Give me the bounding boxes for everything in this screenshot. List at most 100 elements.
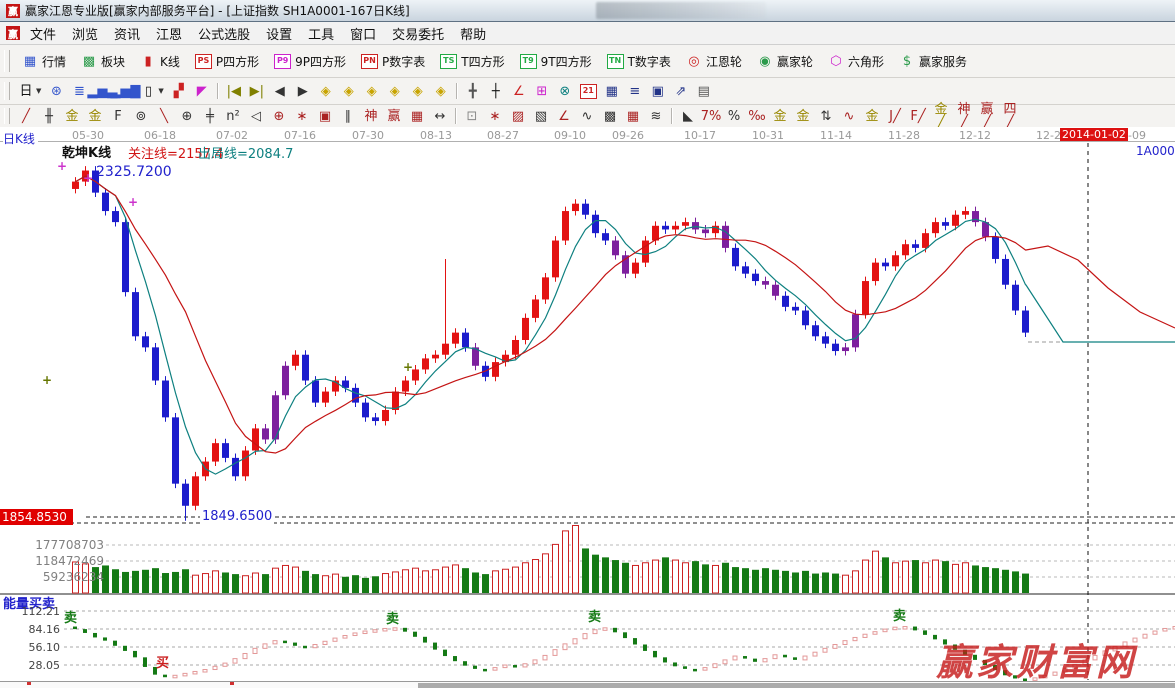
ruler-grid-button[interactable]: ╪ (199, 107, 221, 125)
toolbar-grip[interactable] (4, 108, 10, 123)
width-measure-button[interactable]: ↔ (429, 107, 451, 125)
box-grid-button[interactable]: ▣ (314, 107, 336, 125)
spiral-button[interactable]: ⊚ (130, 107, 152, 125)
9p-square-button[interactable]: P99P四方形 (267, 50, 353, 73)
gann-arrow-all-button[interactable]: ◈ (430, 81, 452, 101)
kline-button[interactable]: ▮K线 (133, 50, 187, 73)
gann-arrow-both-button[interactable]: ◈ (361, 81, 383, 101)
menu-item-7[interactable]: 窗口 (342, 22, 384, 45)
rank-flag-button[interactable]: ◤ (191, 81, 213, 101)
permille-tool-button[interactable]: ‰ (746, 107, 768, 125)
p-number-table-button[interactable]: PNP数字表 (354, 50, 432, 73)
t-number-table-button[interactable]: TNT数字表 (600, 50, 678, 73)
print-button[interactable]: ▤ (693, 81, 715, 101)
wave-tool-button[interactable]: ∿ (576, 107, 598, 125)
kline-mode-button[interactable]: ▞ (168, 81, 190, 101)
shen-tool-button[interactable]: 神 (360, 107, 382, 125)
trend-line-button[interactable]: ╱ (15, 107, 37, 125)
calendar-21-button[interactable]: 21 (577, 81, 600, 101)
gold-ray-button[interactable]: 金╱ (930, 107, 952, 125)
gann-circle-button[interactable]: ⊕ (176, 107, 198, 125)
angle-fan-button[interactable]: ◁ (245, 107, 267, 125)
shen-ray-button[interactable]: 神╱ (953, 107, 975, 125)
prev-bar-button[interactable]: ◀ (269, 81, 291, 101)
menu-item-8[interactable]: 交易委托 (384, 22, 452, 45)
gann-arrow-expand-button[interactable]: ◈ (407, 81, 429, 101)
pct-retrace-button[interactable]: 7% (700, 107, 722, 125)
n-square-button[interactable]: n² (222, 107, 244, 125)
gann-toolbox-button[interactable]: ⊞ (531, 81, 553, 101)
j-angle-button[interactable]: J╱ (884, 107, 906, 125)
price-flag-button[interactable]: ⇅ (815, 107, 837, 125)
menu-item-9[interactable]: 帮助 (452, 22, 494, 45)
win-ray-button[interactable]: 赢╱ (976, 107, 998, 125)
parallel-lines-button[interactable]: ∥ (337, 107, 359, 125)
star-rays-button[interactable]: ∗ (291, 107, 313, 125)
winner-wheel-button[interactable]: ◉赢家轮 (750, 50, 820, 73)
grid-lines-button[interactable]: ╫ (38, 107, 60, 125)
angle-line-button[interactable]: ∠ (553, 107, 575, 125)
notes-button[interactable]: ≡ (624, 81, 646, 101)
gann-arrow-cross-button[interactable]: ◈ (384, 81, 406, 101)
grid-123-button[interactable]: ▦ (406, 107, 428, 125)
box-cross-button[interactable]: ▧ (530, 107, 552, 125)
gold-circle-button[interactable]: 金 (769, 107, 791, 125)
menu-item-3[interactable]: 江恩 (148, 22, 190, 45)
winner-service-button[interactable]: $赢家服务 (892, 50, 974, 73)
kline-chart-canvas[interactable] (0, 141, 1175, 681)
gold-angle-button[interactable]: 金 (861, 107, 883, 125)
sectors-button[interactable]: ▩板块 (74, 50, 132, 73)
hatch-lines-button[interactable]: ≋ (645, 107, 667, 125)
grid-dense-button[interactable]: ▩ (599, 107, 621, 125)
win-tool-button[interactable]: 赢 (383, 107, 405, 125)
scrollbar-thumb[interactable] (418, 683, 1175, 688)
rank-flag-icon: ◤ (194, 83, 210, 99)
gann-arrow-left-button[interactable]: ◈ (315, 81, 337, 101)
t-square-button[interactable]: TST四方形 (433, 50, 511, 73)
ray-fan-button[interactable]: ∗ (484, 107, 506, 125)
menu-item-1[interactable]: 浏览 (64, 22, 106, 45)
angle-measure-button[interactable]: ∠ (508, 81, 530, 101)
hexagon-button[interactable]: ⬡六角形 (821, 50, 891, 73)
gann-arrow-right-button[interactable]: ◈ (338, 81, 360, 101)
golden-box-button[interactable]: 金 (84, 107, 106, 125)
period-day-dropdown-button[interactable]: 日▼ (15, 81, 44, 101)
square-rule-button[interactable]: ⊡ (461, 107, 483, 125)
box-diagonal-button[interactable]: ▨ (507, 107, 529, 125)
menu-item-6[interactable]: 工具 (300, 22, 342, 45)
link-tool-button[interactable]: ⊗ (554, 81, 576, 101)
f-angle-button[interactable]: F╱ (907, 107, 929, 125)
candle-style-dropdown-button[interactable]: ▯▼ (137, 81, 166, 101)
menu-item-5[interactable]: 设置 (258, 22, 300, 45)
golden-section-button[interactable]: 金 (61, 107, 83, 125)
gann-wheel-button[interactable]: ◎江恩轮 (679, 50, 749, 73)
toolbar-grip[interactable] (4, 82, 10, 100)
last-page-button[interactable]: ▶| (246, 81, 268, 101)
percent-tool-button[interactable]: % (723, 107, 745, 125)
9t-square-button[interactable]: T99T四方形 (513, 50, 599, 73)
quotes-button[interactable]: ▦行情 (15, 50, 73, 73)
gold-line-button[interactable]: 金 (792, 107, 814, 125)
wave-box-button[interactable]: ∿ (838, 107, 860, 125)
9p-square-icon: P9 (274, 54, 291, 69)
bar-chart-9-button[interactable]: ▂▅▇ (114, 81, 136, 101)
gann-fan-button[interactable]: ⊕ (268, 107, 290, 125)
four-angle-button[interactable]: 四╱ (999, 107, 1021, 125)
save-button[interactable]: ▣ (647, 81, 669, 101)
menu-item-2[interactable]: 资讯 (106, 22, 148, 45)
measure-triangle-button[interactable]: ◣ (677, 107, 699, 125)
grid-red-button[interactable]: ▦ (622, 107, 644, 125)
export-share-button[interactable]: ⇗ (670, 81, 692, 101)
menu-item-4[interactable]: 公式选股 (190, 22, 258, 45)
toolbar-grip[interactable] (4, 50, 10, 72)
hand-tool-button[interactable]: ╋ (462, 81, 484, 101)
first-page-button[interactable]: |◀ (223, 81, 245, 101)
next-bar-button[interactable]: ▶ (292, 81, 314, 101)
crosshair-tool-button[interactable]: ┼ (485, 81, 507, 101)
network-chart-button[interactable]: ⊛ (45, 81, 67, 101)
fibonacci-f-button[interactable]: F (107, 107, 129, 125)
menu-item-0[interactable]: 文件 (22, 22, 64, 45)
p-square-button[interactable]: PSP四方形 (188, 50, 266, 73)
calculator-button[interactable]: ▦ (601, 81, 623, 101)
pencil-button[interactable]: ╲ (153, 107, 175, 125)
